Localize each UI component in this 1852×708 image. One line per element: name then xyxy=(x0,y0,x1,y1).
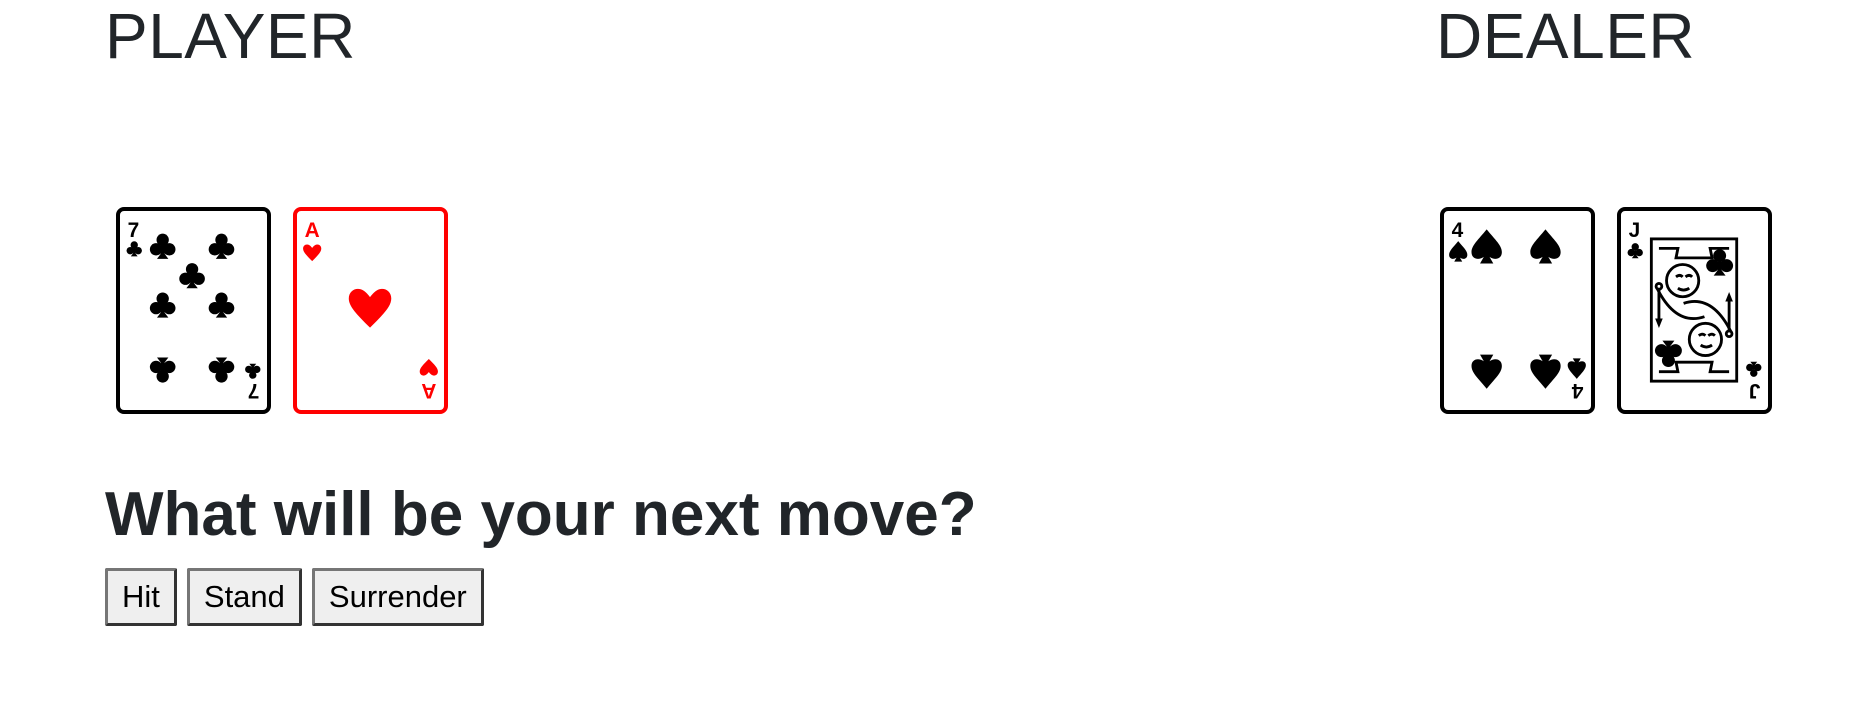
playing-card-seven-of-clubs: 7 7 xyxy=(116,207,271,414)
action-buttons: Hit Stand Surrender xyxy=(105,568,484,626)
stand-button[interactable]: Stand xyxy=(186,568,302,626)
seven-of-clubs-face: 7 7 xyxy=(126,219,261,402)
ace-of-hearts-face: A A xyxy=(303,219,438,402)
jack-of-clubs-face: J J xyxy=(1627,219,1762,402)
next-move-prompt: What will be your next move? xyxy=(105,480,977,549)
card-rank-bottom: 7 xyxy=(248,379,260,402)
playing-card-ace-of-hearts: A A xyxy=(293,207,448,414)
dealer-hand: 4 4 J J xyxy=(1440,207,1772,414)
surrender-button[interactable]: Surrender xyxy=(311,568,484,626)
card-rank-top: 7 xyxy=(128,219,140,242)
card-rank-top: J xyxy=(1629,219,1641,242)
card-rank-top: 4 xyxy=(1452,219,1464,242)
playing-card-four-of-spades: 4 4 xyxy=(1440,207,1595,414)
four-of-spades-face: 4 4 xyxy=(1449,219,1586,402)
card-rank-bottom: J xyxy=(1749,379,1761,402)
card-rank-top: A xyxy=(305,219,320,242)
hit-button[interactable]: Hit xyxy=(105,568,177,626)
player-hand: 7 7 A A xyxy=(116,207,448,414)
dealer-heading: DEALER xyxy=(1436,0,1696,72)
card-rank-bottom: 4 xyxy=(1571,379,1583,402)
card-rank-bottom: A xyxy=(421,379,436,402)
playing-card-jack-of-clubs: J J xyxy=(1617,207,1772,414)
player-heading: PLAYER xyxy=(105,0,356,72)
